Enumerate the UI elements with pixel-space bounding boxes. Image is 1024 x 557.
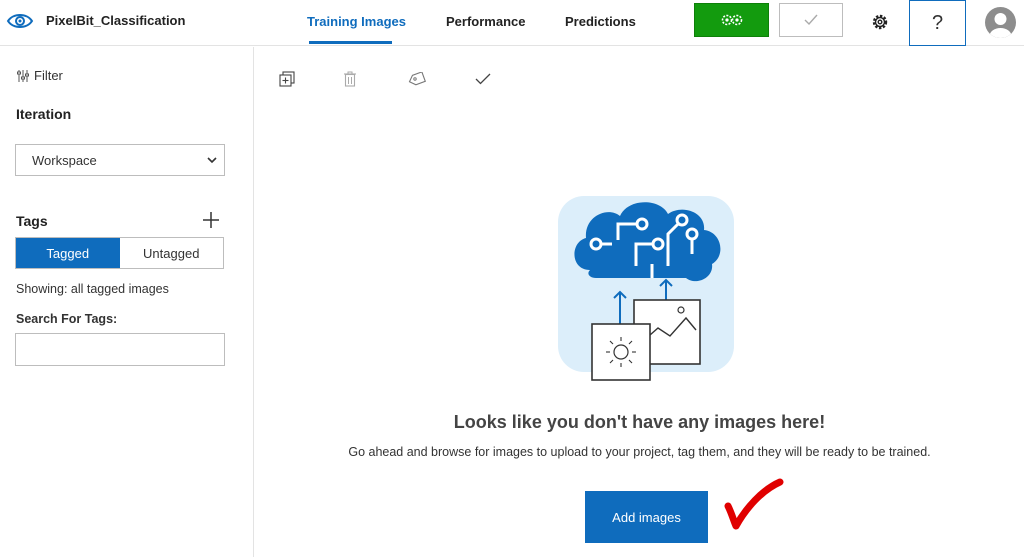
tab-performance[interactable]: Performance: [446, 14, 525, 29]
search-tags-input[interactable]: [15, 333, 225, 366]
add-tag-icon[interactable]: [202, 211, 220, 229]
help-button[interactable]: ?: [909, 0, 966, 46]
filter-icon: [17, 69, 29, 82]
filter-label: Filter: [34, 68, 63, 83]
tagged-option[interactable]: Tagged: [16, 238, 120, 268]
chevron-down-icon: [207, 157, 217, 164]
showing-status: Showing: all tagged images: [16, 282, 169, 296]
gears-icon: [721, 14, 742, 26]
tags-heading: Tags: [16, 213, 48, 229]
iteration-value: Workspace: [32, 152, 97, 168]
avatar[interactable]: [985, 7, 1016, 38]
active-tab-indicator: [309, 41, 392, 44]
empty-state-description: Go ahead and browse for images to upload…: [348, 445, 931, 459]
red-checkmark-annotation: [724, 478, 784, 530]
add-image-icon[interactable]: [278, 70, 296, 88]
iteration-heading: Iteration: [16, 106, 72, 122]
settings-button[interactable]: [868, 10, 892, 34]
quick-test-button[interactable]: [779, 3, 843, 37]
tab-predictions[interactable]: Predictions: [565, 14, 636, 29]
filter-button[interactable]: Filter: [16, 68, 63, 83]
eye-logo-icon[interactable]: [6, 10, 34, 32]
select-check-icon[interactable]: [474, 70, 492, 88]
delete-icon[interactable]: [341, 70, 359, 88]
empty-state-title: Looks like you don't have any images her…: [453, 412, 826, 432]
check-icon: [804, 14, 818, 26]
train-button[interactable]: [694, 3, 769, 37]
top-bar: PixelBit_Classification Training Images …: [0, 0, 1024, 46]
untagged-option[interactable]: Untagged: [120, 238, 224, 268]
empty-state-illustration: [558, 196, 734, 381]
tag-icon[interactable]: [408, 70, 426, 88]
gear-icon: [872, 14, 888, 30]
tab-training-images[interactable]: Training Images: [307, 14, 406, 29]
add-images-button[interactable]: Add images: [585, 491, 708, 543]
sidebar: Filter Iteration Workspace Tags Tagged U…: [0, 47, 254, 557]
tag-filter-toggle: Tagged Untagged: [15, 237, 224, 269]
project-name[interactable]: PixelBit_Classification: [46, 13, 185, 28]
search-tags-label: Search For Tags:: [16, 312, 118, 326]
iteration-select[interactable]: Workspace: [15, 144, 225, 176]
user-icon: [989, 13, 1012, 38]
